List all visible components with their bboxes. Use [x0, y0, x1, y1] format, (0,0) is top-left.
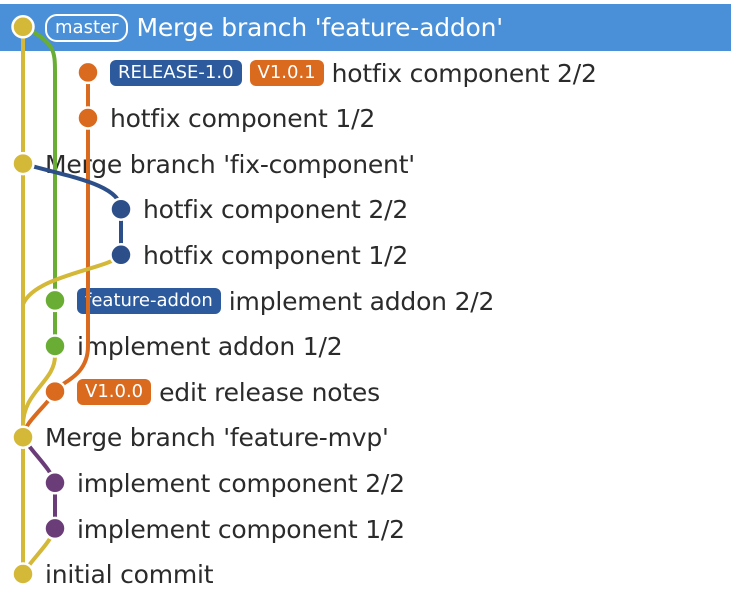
commit-node [109, 197, 133, 221]
commit-node [43, 334, 67, 358]
commit-node [11, 15, 35, 39]
commit-graph [11, 15, 133, 586]
commit-node [43, 288, 67, 313]
commit-node [76, 106, 100, 130]
commit-node [11, 425, 35, 449]
commit-node [109, 243, 133, 267]
commit-node [43, 379, 67, 404]
commit-node [76, 60, 100, 85]
graph-edge [21, 252, 123, 307]
commit-node [11, 562, 35, 586]
commit-node [43, 516, 67, 541]
commit-node [11, 151, 35, 176]
commit-node [43, 471, 67, 495]
graph-edge [21, 161, 123, 257]
